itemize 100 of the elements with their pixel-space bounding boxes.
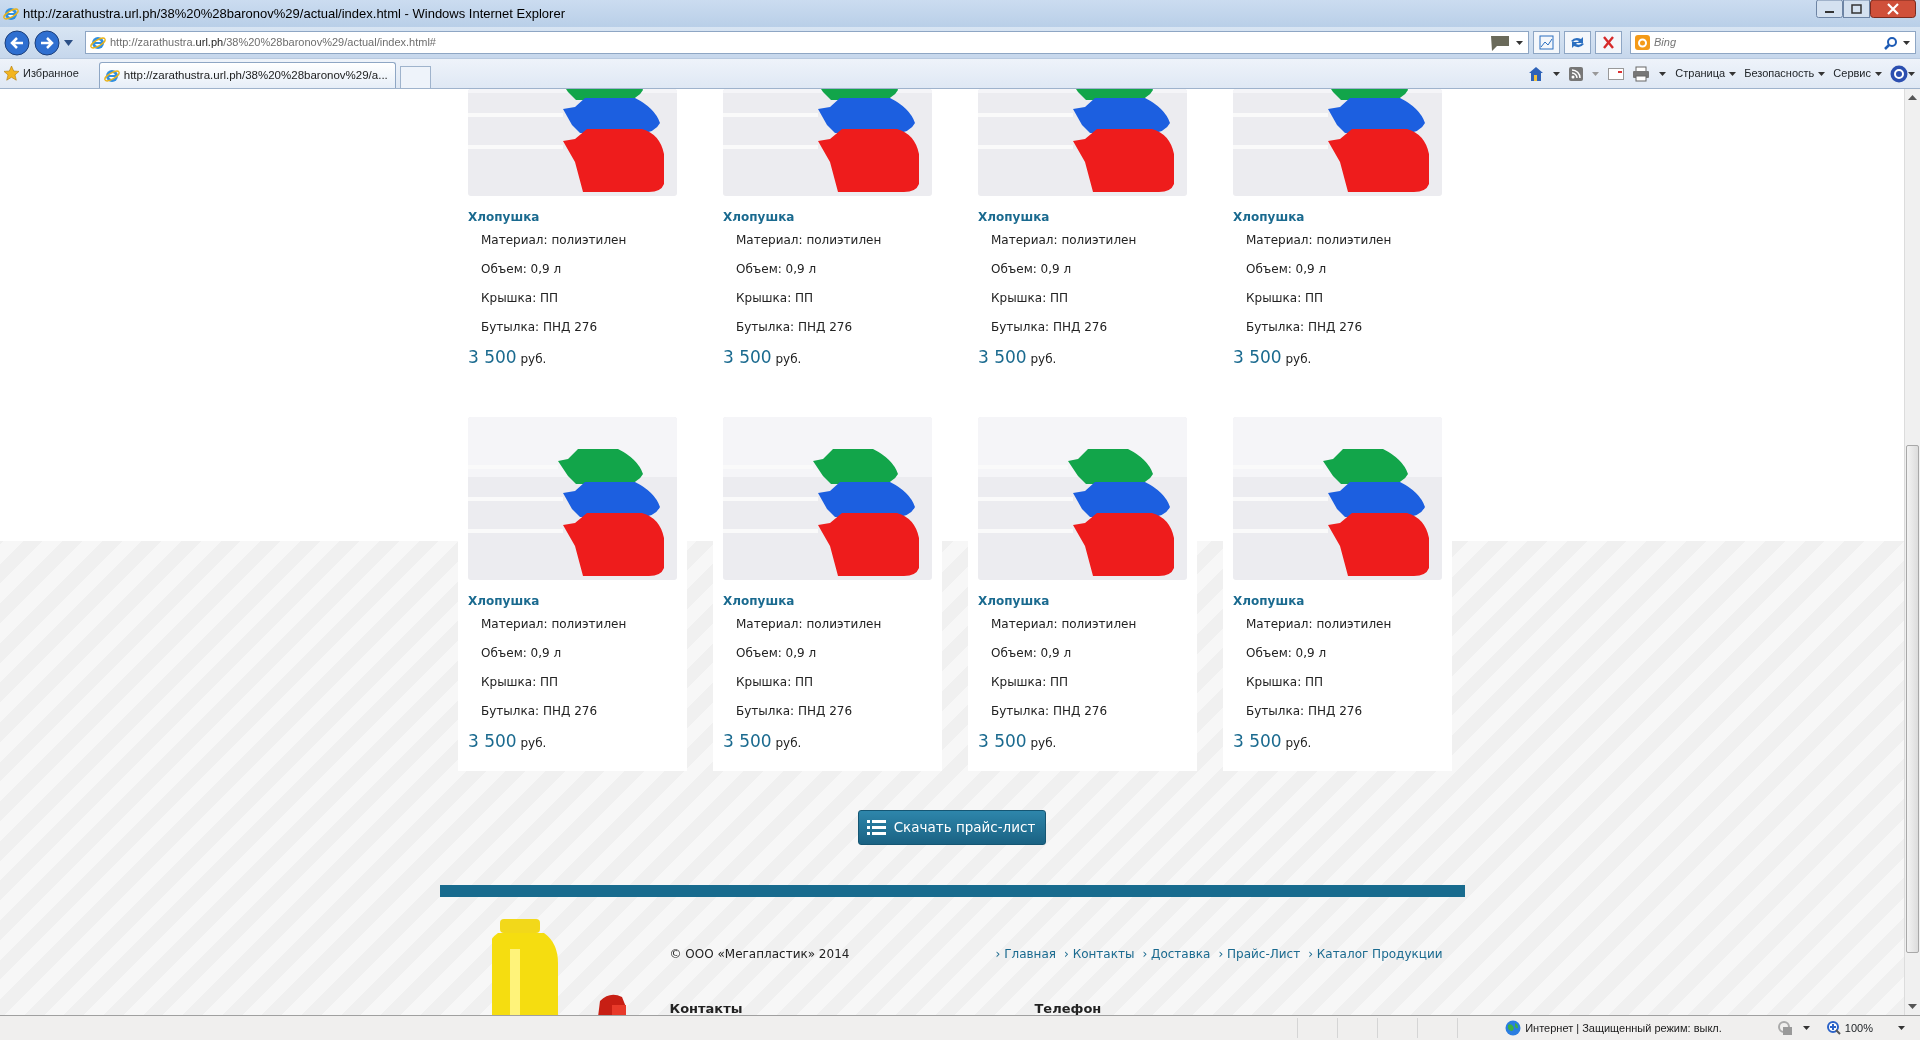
dropdown-caret-icon[interactable] [1658,70,1668,77]
product-price: 3 500 [978,347,1027,367]
product-title-link[interactable]: Хлопушка [1233,592,1305,610]
product-spec: Материал: полиэтилен [1245,232,1392,249]
product-spec: Бутылка: ПНД 276 [480,703,598,720]
product-spec: Крышка: ПП [1245,290,1324,307]
security-zone-status: Интернет | Защищенный режим: выкл. [1497,1019,1730,1037]
product-spec: Материал: полиэтилен [735,616,882,633]
url-text: http://zarathustra.url.ph/38%20%28baronov%29/actual/index.html# [110,35,436,51]
product-price: 3 500 [1233,731,1282,751]
product-title-link[interactable]: Хлопушка [468,208,540,226]
footer-link[interactable]: › Каталог Продукции [1308,944,1443,964]
search-icon[interactable] [1884,35,1898,50]
product-spec: Бутылка: ПНД 276 [735,319,853,336]
product-spec: Бутылка: ПНД 276 [990,319,1108,336]
product-spec: Материал: полиэтилен [990,232,1137,249]
product-spec: Материал: полиэтилен [990,616,1137,633]
zoom-icon [1826,1021,1841,1035]
command-menu[interactable]: Страница [1675,65,1737,82]
scroll-down-arrow-icon[interactable] [1908,1004,1917,1010]
product-spec: Объем: 0,9 л [1245,261,1327,278]
currency-label: руб. [520,736,547,750]
product-spec: Объем: 0,9 л [480,645,562,662]
dropdown-caret-icon[interactable] [1801,1025,1811,1031]
product-price: 3 500 [978,731,1027,751]
dropdown-caret-icon[interactable] [1515,39,1524,46]
stop-button[interactable] [1595,31,1622,54]
favorites-button[interactable]: Избранное [4,65,79,82]
product-spec: Объем: 0,9 л [735,261,817,278]
currency-label: руб. [1285,352,1312,366]
currency-label: руб. [1030,352,1057,366]
footer-link[interactable]: › Главная [995,944,1057,964]
home-icon[interactable] [1528,65,1545,82]
window-title: http://zarathustra.url.ph/38%20%28baronov%29/actual/index.html - Windows Internet Explorer [23,4,565,23]
product-spec: Бутылка: ПНД 276 [1245,319,1363,336]
product-title-link[interactable]: Хлопушка [978,208,1050,226]
maximize-button[interactable] [1843,0,1870,18]
currency-label: руб. [520,352,547,366]
command-menu[interactable]: Безопасность [1744,65,1826,82]
page-icon [103,67,120,84]
product-title-link[interactable]: Хлопушка [1233,208,1305,226]
product-price: 3 500 [1233,347,1282,367]
footer-link[interactable]: › Доставка [1142,944,1211,964]
product-spec: Материал: полиэтилен [480,616,627,633]
product-spec: Объем: 0,9 л [480,261,562,278]
search-field[interactable]: Bing [1654,34,1884,51]
dropdown-caret-icon[interactable] [1897,1025,1906,1031]
product-title-link[interactable]: Хлопушка [723,208,795,226]
product-price: 3 500 [468,347,517,367]
list-icon [866,820,886,835]
address-field[interactable]: http://zarathustra.url.ph/38%20%28baronov%29/actual/index.html# [85,31,1529,54]
scroll-up-arrow-icon[interactable] [1908,94,1917,100]
search-provider-icon [1635,35,1650,50]
footer-heading: Контакты [669,1001,743,1015]
product-spec: Крышка: ПП [480,674,559,691]
back-button[interactable] [4,29,30,56]
search-box[interactable]: Bing [1630,31,1916,54]
footer-heading: Телефон [1034,1001,1102,1015]
product-spec: Материал: полиэтилен [1245,616,1392,633]
zoom-button[interactable]: 100% [1826,1019,1873,1037]
currency-label: руб. [775,736,802,750]
currency-label: руб. [775,352,802,366]
product-spec: Объем: 0,9 л [990,261,1072,278]
globe-icon [1505,1020,1522,1036]
refresh-button[interactable] [1564,31,1591,54]
dropdown-caret-icon[interactable] [1552,70,1562,77]
product-spec: Бутылка: ПНД 276 [480,319,598,336]
command-menu[interactable]: Сервис [1833,65,1882,82]
compatibility-button[interactable] [1533,31,1560,54]
feed-icon[interactable] [1569,66,1584,81]
mail-icon[interactable] [1608,67,1625,80]
browser-tab[interactable]: http://zarathustra.url.ph/38%20%28baronov%29/a... [98,62,396,88]
product-spec: Бутылка: ПНД 276 [735,703,853,720]
product-spec: Крышка: ПП [735,290,814,307]
product-spec: Бутылка: ПНД 276 [1245,703,1363,720]
minimize-button[interactable] [1816,0,1843,18]
forward-button[interactable] [34,29,60,56]
footer-link[interactable]: › Прайс-Лист [1218,944,1301,964]
dropdown-caret-icon[interactable] [1902,39,1911,46]
product-price: 3 500 [468,731,517,751]
close-button[interactable] [1870,0,1916,18]
download-price-list-button[interactable]: Скачать прайс-лист [857,810,1047,845]
product-spec: Бутылка: ПНД 276 [990,703,1108,720]
help-icon[interactable] [1890,64,1916,83]
dropdown-caret-icon[interactable] [64,39,73,46]
product-spec: Крышка: ПП [735,674,814,691]
product-title-link[interactable]: Хлопушка [723,592,795,610]
footer-link[interactable]: › Контакты [1064,944,1135,964]
star-icon [4,66,19,81]
product-spec: Объем: 0,9 л [990,645,1072,662]
product-title-link[interactable]: Хлопушка [978,592,1050,610]
print-icon[interactable] [1632,65,1651,82]
product-spec: Крышка: ПП [990,674,1069,691]
copyright-text: © ООО «Мегапластик» 2014 [669,946,850,963]
product-title-link[interactable]: Хлопушка [468,592,540,610]
vertical-scrollbar[interactable] [1904,89,1920,1015]
product-spec: Крышка: ПП [480,290,559,307]
product-spec: Объем: 0,9 л [1245,645,1327,662]
product-spec: Материал: полиэтилен [480,232,627,249]
dropdown-caret-icon [1818,71,1826,76]
